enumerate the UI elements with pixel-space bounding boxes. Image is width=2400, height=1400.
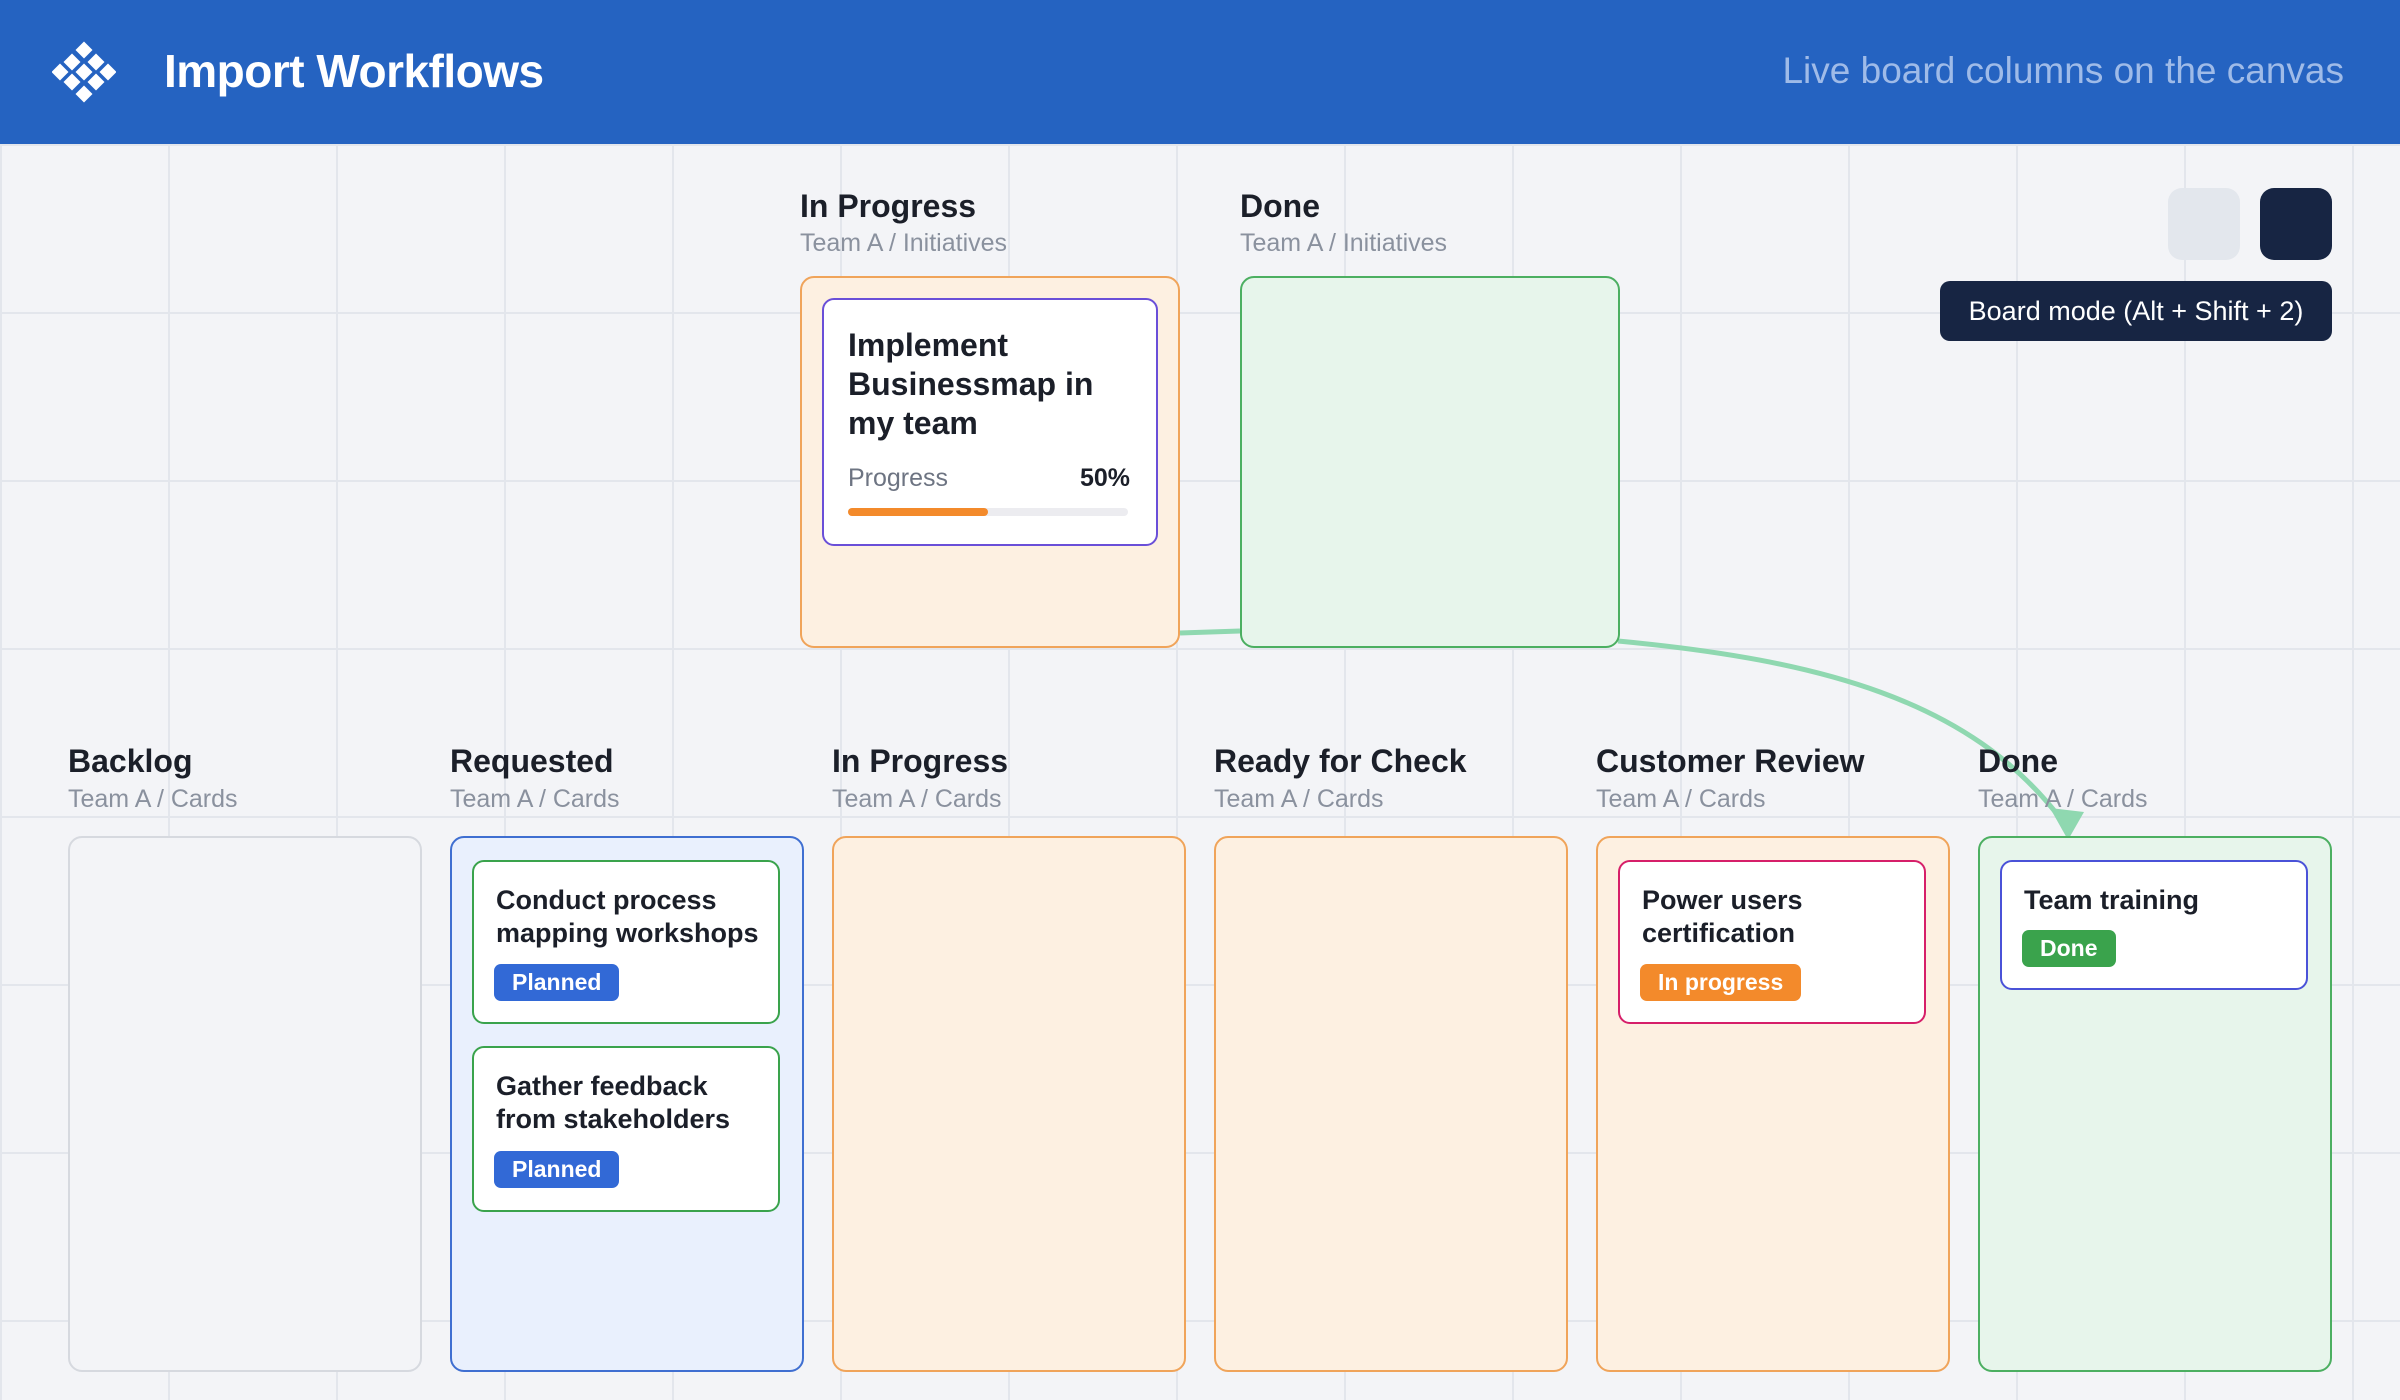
app-header: Import Workflows Live board columns on t…: [0, 0, 2400, 144]
initiative-column-done[interactable]: [1240, 276, 1620, 648]
initiative-column-title: Done: [1240, 188, 1320, 224]
board-mode-button[interactable]: [2260, 188, 2332, 260]
initiative-column-title: In Progress: [800, 188, 977, 224]
progress-label: Progress: [848, 464, 949, 492]
card-title: Conduct process mapping workshops: [496, 885, 759, 948]
board-mode-tooltip: Board mode (Alt + Shift + 2): [1940, 281, 2332, 341]
column-path: Team A / Cards: [450, 785, 620, 813]
column-customer-review[interactable]: Power users certification In progress: [1596, 836, 1950, 1372]
card-title: Team training: [2024, 885, 2200, 915]
card[interactable]: Power users certification In progress: [1618, 860, 1926, 1024]
card[interactable]: Gather feedback from stakeholders Planne…: [472, 1046, 780, 1212]
card-title: Power users certification: [1642, 885, 1803, 948]
initiative-card[interactable]: Implement Businessmap in my team Progres…: [822, 298, 1158, 546]
card-title: Gather feedback from stakeholders: [496, 1071, 731, 1134]
status-badge: Planned: [494, 1151, 620, 1188]
progress-bar: [848, 508, 1128, 516]
initiative-card-title: Implement Businessmap in my team: [848, 327, 1094, 441]
diamond-grid-logo-icon[interactable]: [52, 40, 116, 104]
column-done[interactable]: Team training Done: [1978, 836, 2332, 1372]
card[interactable]: Team training Done: [2000, 860, 2308, 990]
initiative-column-path: Team A / Initiatives: [1240, 229, 1448, 257]
column-path: Team A / Cards: [1978, 785, 2148, 813]
column-title: Requested: [450, 743, 614, 779]
status-badge: In progress: [1640, 964, 1802, 1001]
column-ready-for-check[interactable]: [1214, 836, 1568, 1372]
progress-bar-fill: [848, 508, 988, 516]
canvas-mode-button[interactable]: [2168, 188, 2240, 260]
initiative-column-in-progress[interactable]: Implement Businessmap in my team Progres…: [800, 276, 1180, 648]
app-title: Import Workflows: [164, 45, 544, 97]
column-path: Team A / Cards: [832, 785, 1002, 813]
column-requested[interactable]: Conduct process mapping workshops Planne…: [450, 836, 804, 1372]
progress-value: 50%: [1079, 464, 1130, 492]
status-badge: Done: [2022, 930, 2116, 967]
column-backlog[interactable]: [68, 836, 422, 1372]
column-title: Done: [1978, 743, 2058, 779]
column-title: Backlog: [68, 743, 193, 779]
column-title: Ready for Check: [1214, 743, 1467, 779]
column-path: Team A / Cards: [1596, 785, 1766, 813]
column-title: In Progress: [832, 743, 1009, 779]
app-subtitle: Live board columns on the canvas: [1782, 50, 2344, 91]
column-title: Customer Review: [1596, 743, 1865, 779]
initiative-connector: [1179, 628, 1241, 636]
card[interactable]: Conduct process mapping workshops Planne…: [472, 860, 780, 1024]
column-path: Team A / Cards: [1214, 785, 1384, 813]
column-in-progress[interactable]: [832, 836, 1186, 1372]
initiative-column-path: Team A / Initiatives: [800, 229, 1008, 257]
status-badge: Planned: [494, 964, 620, 1001]
column-path: Team A / Cards: [68, 785, 238, 813]
